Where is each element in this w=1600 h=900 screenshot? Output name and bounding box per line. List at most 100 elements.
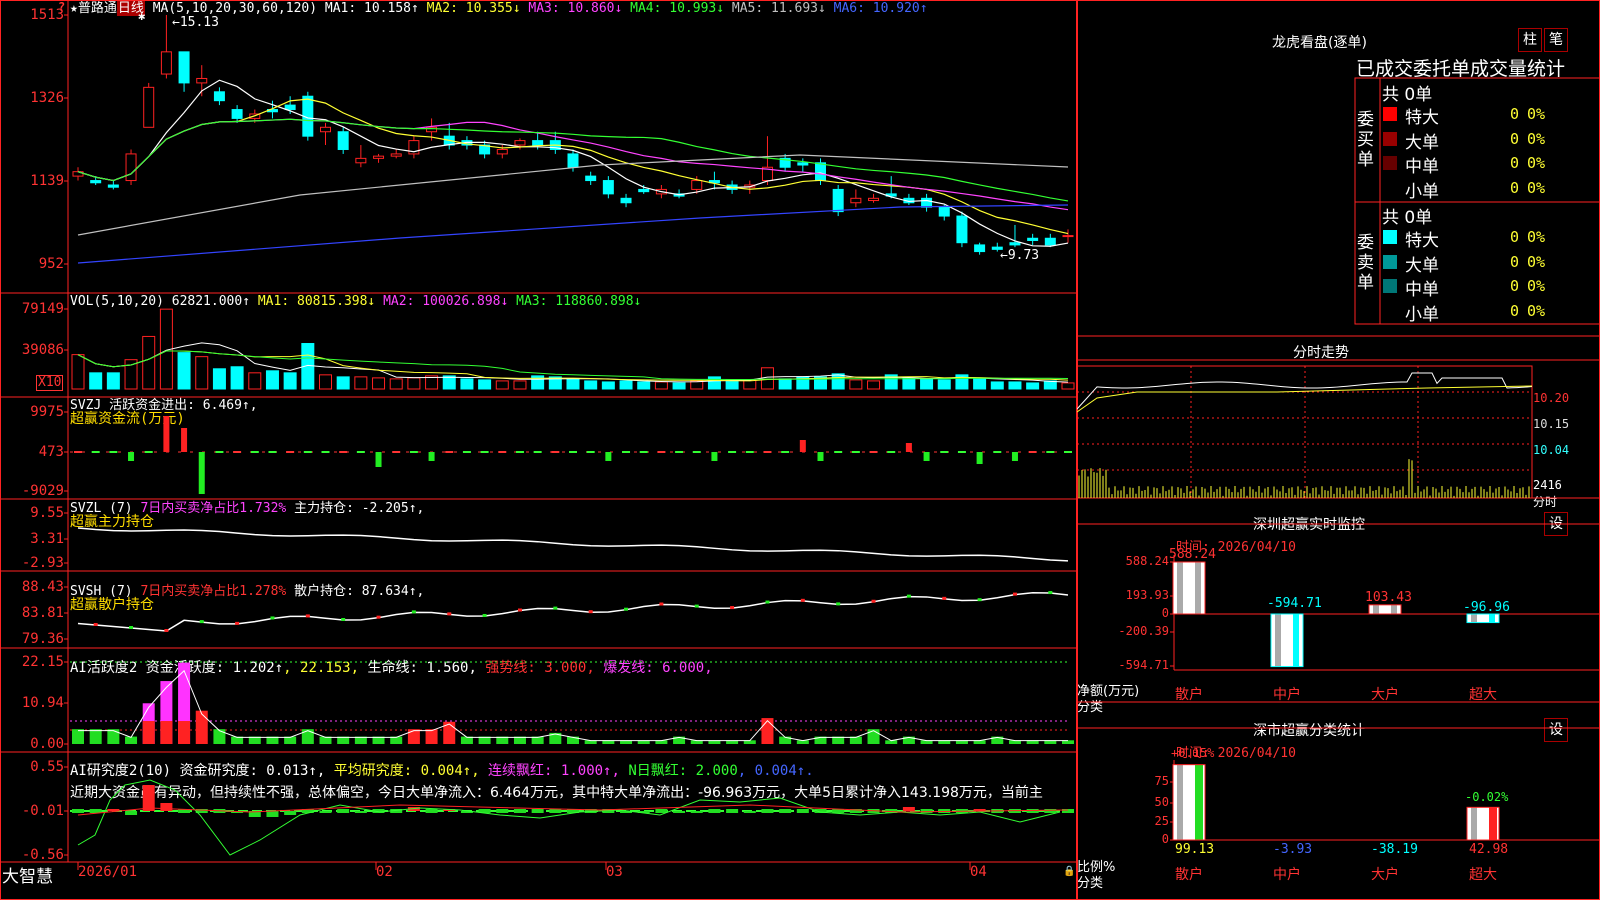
candle-body xyxy=(602,180,614,195)
volume-bar xyxy=(637,381,651,390)
candle-body xyxy=(107,184,119,188)
ai-research-bar xyxy=(266,811,279,817)
volume-bar xyxy=(902,377,916,390)
candle-body xyxy=(691,180,703,190)
ai-research-bar xyxy=(496,809,509,813)
monitor-value-label: 588.24 xyxy=(1169,547,1216,562)
ai-research-bar xyxy=(319,811,332,813)
volume-bar xyxy=(920,378,934,390)
monitor-bar-shade xyxy=(1373,604,1379,614)
svsh-dot xyxy=(447,612,452,616)
svsh-line xyxy=(77,591,1069,632)
classify-y-tick: 25 xyxy=(1154,814,1169,828)
volume-bar xyxy=(584,380,598,390)
candle-body xyxy=(125,153,137,182)
ai-research-bar xyxy=(125,811,138,815)
candle-body xyxy=(956,215,968,244)
svsh-dot xyxy=(270,616,275,620)
monitor-category: 中户 xyxy=(1273,687,1301,703)
sidebar-svg xyxy=(1077,0,1600,900)
volume-bar xyxy=(990,381,1004,390)
volume-bar xyxy=(937,379,951,390)
candle-body xyxy=(567,153,579,168)
ai-research-bar xyxy=(902,807,915,811)
volume-bar xyxy=(283,372,297,390)
date-label-feb: 02 xyxy=(376,864,393,880)
volume-bar xyxy=(831,373,845,390)
ai-active-bar-base xyxy=(142,721,155,744)
monitor-category: 散户 xyxy=(1175,687,1203,703)
ai-research-bar xyxy=(354,811,367,813)
classify-bar-edge xyxy=(1489,807,1497,840)
svsh-dot xyxy=(588,610,593,614)
volume-bar xyxy=(654,381,668,390)
svsh-dot xyxy=(871,599,876,603)
monitor-bar-edge xyxy=(1391,604,1397,614)
volume-bar xyxy=(867,380,881,390)
ai-active-bar-base xyxy=(160,721,173,744)
ai-research-bar xyxy=(549,809,562,813)
volume-bar xyxy=(1026,382,1040,390)
classify-category: 大户 xyxy=(1371,867,1399,883)
date-label-mar: 03 xyxy=(606,864,623,880)
svsh-dot xyxy=(906,594,911,598)
candle-body xyxy=(585,175,597,182)
date-label-jan: 2026/01 xyxy=(78,864,138,880)
monitor-y-tick: 588.24 xyxy=(1125,554,1169,568)
svsh-dot xyxy=(235,621,240,625)
monitor-y-tick: -594.71 xyxy=(1118,658,1169,672)
classify-y-tick: 0 xyxy=(1161,832,1169,846)
svsh-dot xyxy=(977,598,982,602)
main-chart-area[interactable]: ★普路通日线 MA(5,10,20,30,60,120) MA1: 10.158… xyxy=(0,0,1077,900)
svzj-bar xyxy=(905,443,912,452)
candle-body xyxy=(90,180,102,184)
svsh-dot xyxy=(376,615,381,619)
ai-research-bar xyxy=(761,809,774,813)
low-annotation: ←9.73 xyxy=(1000,248,1039,263)
ai-research-bar xyxy=(726,809,739,813)
main-chart-svg[interactable]: ←15.13 ←9.73 ✱ xyxy=(0,0,1077,900)
svsh-dot xyxy=(411,610,416,614)
ai-active-bar xyxy=(107,729,120,744)
candle-body xyxy=(514,140,526,146)
high-annotation: ←15.13 xyxy=(172,15,219,30)
candle-body xyxy=(832,188,844,213)
ai-research-bar xyxy=(779,809,792,813)
volume-bar xyxy=(248,372,262,390)
svzj-bar xyxy=(181,428,188,452)
monitor-bar-edge xyxy=(1195,562,1201,614)
ai-research-line xyxy=(77,779,1061,856)
ai-research-bar xyxy=(1044,809,1057,813)
svsh-dot xyxy=(129,626,134,629)
monitor-category: 超大 xyxy=(1469,687,1497,703)
intraday-avg-line xyxy=(1077,385,1533,413)
candle-body xyxy=(638,188,650,193)
candle-body xyxy=(1009,242,1021,246)
classify-value-label: 42.98 xyxy=(1469,842,1509,857)
svzj-bar xyxy=(605,452,612,461)
order-table-frame xyxy=(1354,77,1600,325)
volume-bar xyxy=(460,378,474,390)
svsh-dot xyxy=(800,598,805,602)
svsh-dot xyxy=(1048,591,1053,595)
svzl-line xyxy=(77,527,1069,562)
svsh-dot xyxy=(624,607,629,611)
right-sidebar: 龙虎看盘(逐单) 柱 笔 已成交委托单成交量统计 委买单 委卖单 共 0单 共 … xyxy=(1077,0,1600,900)
classify-bar-edge xyxy=(1195,764,1203,840)
ai-active-bar xyxy=(195,710,208,744)
candle-body xyxy=(355,157,367,164)
ai-research-bar xyxy=(920,809,933,813)
volume-bar xyxy=(195,356,209,390)
candle-body xyxy=(620,197,632,204)
candle-body xyxy=(868,197,880,202)
svsh-dot xyxy=(199,620,204,624)
lock-icon[interactable]: 🔒 xyxy=(1063,866,1075,877)
classify-value-label: -38.19 xyxy=(1371,842,1418,857)
chart-frame xyxy=(0,0,1077,900)
svsh-dot xyxy=(93,623,98,626)
volume-bar xyxy=(707,376,721,390)
svsh-dot xyxy=(836,602,841,606)
ai-research-bar xyxy=(425,809,438,813)
ai-research-bar xyxy=(531,809,544,813)
svsh-dot xyxy=(164,629,169,632)
